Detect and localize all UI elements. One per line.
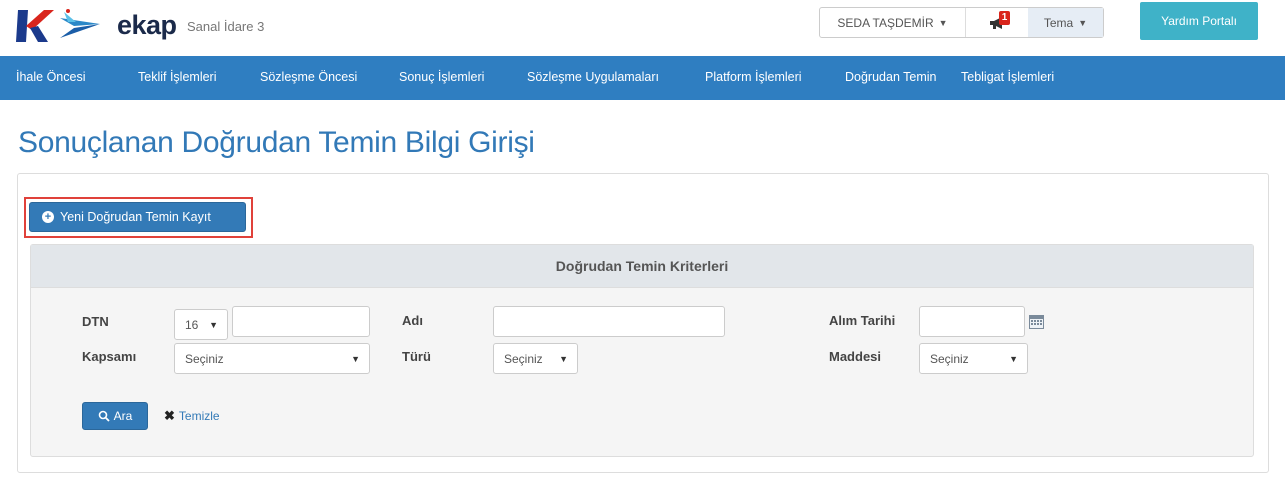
theme-menu[interactable]: Tema ▼ (1028, 8, 1103, 37)
user-menu[interactable]: SEDA TAŞDEMİR ▼ (820, 8, 966, 37)
criteria-title: Doğrudan Temin Kriterleri (31, 245, 1253, 288)
user-name-label: SEDA TAŞDEMİR (837, 15, 934, 30)
maddesi-select[interactable]: Seçiniz ▼ (919, 343, 1028, 374)
nav-item-teklif-islemleri[interactable]: Teklif İşlemleri (138, 70, 217, 84)
theme-label: Tema (1043, 15, 1074, 30)
notifications-button[interactable]: 1 (966, 8, 1028, 37)
dtn-year-value: 16 (185, 317, 199, 332)
maddesi-label: Maddesi (829, 349, 882, 364)
clear-label: Temizle (178, 409, 220, 423)
top-header: ekap Sanal İdare 3 SEDA TAŞDEMİR ▼ 1 Tem… (0, 0, 1285, 56)
user-toolbar: SEDA TAŞDEMİR ▼ 1 Tema ▼ (819, 7, 1104, 38)
plus-circle-icon: + (42, 211, 54, 223)
chevron-down-icon: ▼ (938, 17, 948, 28)
subbrand-name: Sanal İdare 3 (187, 19, 265, 34)
maddesi-value: Seçiniz (930, 351, 969, 366)
kapsami-value: Seçiniz (185, 351, 224, 366)
search-button[interactable]: Ara (82, 402, 148, 430)
dtn-year-select[interactable]: 16 ▼ (174, 309, 228, 340)
nav-item-sonuc-islemleri[interactable]: Sonuç İşlemleri (399, 70, 484, 84)
turu-select[interactable]: Seçiniz ▼ (493, 343, 578, 374)
dtn-label: DTN (82, 314, 109, 329)
kapsami-select[interactable]: Seçiniz ▼ (174, 343, 370, 374)
chevron-down-icon: ▼ (1009, 354, 1018, 364)
adi-label: Adı (402, 313, 423, 328)
nav-item-tebligat-islemleri[interactable]: Tebligat İşlemleri (961, 70, 1054, 84)
bird-logo-icon[interactable] (60, 8, 104, 42)
help-portal-button[interactable]: Yardım Portalı (1140, 2, 1258, 40)
brand-name[interactable]: ekap (117, 10, 177, 41)
nav-item-platform-islemleri[interactable]: Platform İşlemleri (705, 70, 802, 84)
calendar-icon[interactable] (1029, 315, 1044, 329)
chevron-down-icon: ▼ (559, 354, 568, 364)
main-nav: İhale Öncesi Teklif İşlemleri Sözleşme Ö… (0, 56, 1285, 100)
nav-item-dogrudan-temin[interactable]: Doğrudan Temin (845, 70, 937, 84)
close-icon: ✖ (164, 408, 175, 423)
new-record-label: Yeni Doğrudan Temin Kayıt (60, 210, 211, 224)
alim-tarihi-input[interactable] (919, 306, 1025, 337)
k-logo-icon[interactable] (14, 6, 54, 46)
notification-badge: 1 (999, 11, 1010, 25)
adi-input[interactable] (493, 306, 725, 337)
turu-value: Seçiniz (504, 351, 543, 366)
new-record-button[interactable]: + Yeni Doğrudan Temin Kayıt (29, 202, 246, 232)
alim-tarihi-label: Alım Tarihi (829, 313, 896, 328)
chevron-down-icon: ▼ (1078, 17, 1088, 28)
turu-label: Türü (402, 349, 431, 364)
page-title: Sonuçlanan Doğrudan Temin Bilgi Girişi (18, 126, 535, 159)
clear-link[interactable]: ✖ Temizle (164, 408, 220, 424)
search-label: Ara (113, 409, 133, 423)
chevron-down-icon: ▼ (351, 354, 360, 364)
nav-item-sozlesme-oncesi[interactable]: Sözleşme Öncesi (260, 70, 357, 84)
search-icon (98, 410, 110, 422)
dtn-input[interactable] (232, 306, 370, 337)
nav-item-sozlesme-uygulamalari[interactable]: Sözleşme Uygulamaları (527, 70, 659, 84)
kapsami-label: Kapsamı (82, 349, 137, 364)
chevron-down-icon: ▼ (209, 320, 218, 330)
nav-item-ihale-oncesi[interactable]: İhale Öncesi (16, 70, 85, 84)
